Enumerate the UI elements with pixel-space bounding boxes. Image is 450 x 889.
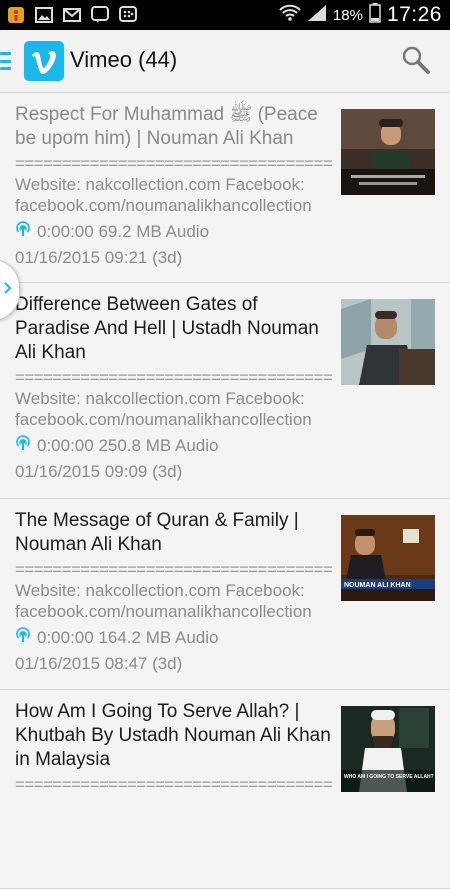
clock: 17:26 <box>386 3 442 26</box>
item-title: Respect For Muhammad ﷺ (Peace be upom hi… <box>15 104 318 149</box>
item-meta-text: 0:00:00 69.2 MB Audio <box>37 222 210 241</box>
page-title: Vimeo (44) <box>70 47 178 72</box>
video-thumbnail: NOUMAN ALI KHAN <box>341 515 435 601</box>
video-thumbnail <box>341 299 435 385</box>
item-meta: 0:00:00 69.2 MB Audio <box>15 221 450 242</box>
menu-icon[interactable] <box>0 52 11 70</box>
image-icon <box>34 5 54 25</box>
bbm-icon <box>118 5 138 25</box>
notification-icon <box>6 5 26 25</box>
item-date: 01/16/2015 09:21 (3d) <box>15 248 183 267</box>
battery-percent: 18% <box>332 6 363 24</box>
feed-item[interactable]: The Message of Quran & Family | Nouman A… <box>0 499 450 690</box>
item-meta-text: 0:00:00 164.2 MB Audio <box>37 628 219 647</box>
item-separator: ===================================== <box>15 154 333 173</box>
gmail-icon <box>62 5 82 25</box>
vimeo-logo[interactable] <box>24 41 64 81</box>
notification-icons <box>6 5 138 25</box>
item-separator: ===================================== <box>15 560 333 579</box>
podcast-icon <box>15 221 31 242</box>
battery-icon <box>369 3 381 27</box>
item-title: Difference Between Gates of Paradise And… <box>15 294 319 363</box>
item-title: How Am I Going To Serve Allah? | Khutbah… <box>15 701 331 770</box>
feed-item[interactable]: Difference Between Gates of Paradise And… <box>0 283 450 499</box>
podcast-icon <box>15 627 31 648</box>
item-separator: ===================================== <box>15 775 333 794</box>
podcast-icon <box>15 435 31 456</box>
feed-item[interactable]: Respect For Muhammad ﷺ (Peace be upom hi… <box>0 93 450 283</box>
wifi-icon <box>279 4 301 26</box>
search-icon[interactable] <box>400 44 432 76</box>
chat-icon <box>90 5 110 25</box>
item-meta: 0:00:00 250.8 MB Audio <box>15 435 450 456</box>
feed-item[interactable]: How Am I Going To Serve Allah? | Khutbah… <box>0 690 450 889</box>
item-meta: 0:00:00 164.2 MB Audio <box>15 627 450 648</box>
system-status: 18% 17:26 <box>279 3 442 27</box>
video-thumbnail <box>341 109 435 195</box>
status-bar: 18% 17:26 <box>0 0 450 30</box>
item-description: Website: nakcollection.com Facebook: fac… <box>15 175 312 215</box>
feed-list: Respect For Muhammad ﷺ (Peace be upom hi… <box>0 93 450 889</box>
item-separator: ===================================== <box>15 368 333 387</box>
item-date: 01/16/2015 09:09 (3d) <box>15 462 183 481</box>
thumbnail-caption: WHO AM I GOING TO SERVE ALLAH? <box>344 774 434 780</box>
signal-icon <box>307 4 327 26</box>
chevron-right-icon <box>0 280 12 301</box>
item-date: 01/16/2015 08:47 (3d) <box>15 654 183 673</box>
item-title: The Message of Quran & Family | Nouman A… <box>15 510 299 555</box>
video-thumbnail: WHO AM I GOING TO SERVE ALLAH? <box>341 706 435 792</box>
thumbnail-caption: NOUMAN ALI KHAN <box>344 582 411 589</box>
item-description: Website: nakcollection.com Facebook: fac… <box>15 581 312 621</box>
item-meta-text: 0:00:00 250.8 MB Audio <box>37 436 219 455</box>
action-bar: Vimeo (44) <box>0 30 450 93</box>
item-description: Website: nakcollection.com Facebook: fac… <box>15 389 312 429</box>
